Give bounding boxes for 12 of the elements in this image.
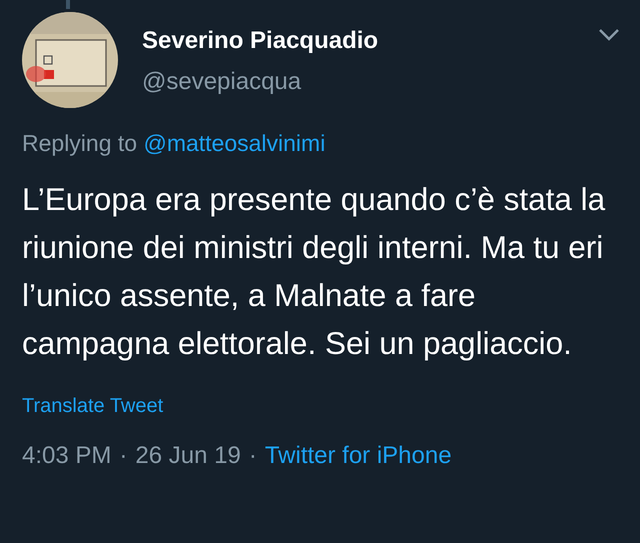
tweet-text: L’Europa era presente quando c’è stata la riunione dei ministri degli interni. Ma tu eri l’unico assente, a Malnate a fare campagna elettorale. Sei un pagliaccio. bbox=[22, 180, 606, 363]
mention-link[interactable]: @matteosalvinimi bbox=[143, 130, 326, 156]
separator-dot: · bbox=[119, 441, 128, 471]
source-link[interactable]: Twitter for iPhone bbox=[264, 441, 452, 471]
translate-link[interactable]: Translate Tweet bbox=[22, 393, 164, 419]
author-handle: @sevepiacqua bbox=[142, 67, 302, 97]
reply-line: Replying to @matteosalvinimi bbox=[22, 129, 326, 158]
separator-dot: · bbox=[248, 441, 257, 471]
tweet-time: 4:03 PM bbox=[22, 441, 112, 471]
author-name: Severino Piacquadio bbox=[142, 26, 378, 56]
tweet-date: 26 Jun 19 bbox=[135, 441, 241, 471]
chevron-down-icon[interactable] bbox=[598, 28, 620, 42]
